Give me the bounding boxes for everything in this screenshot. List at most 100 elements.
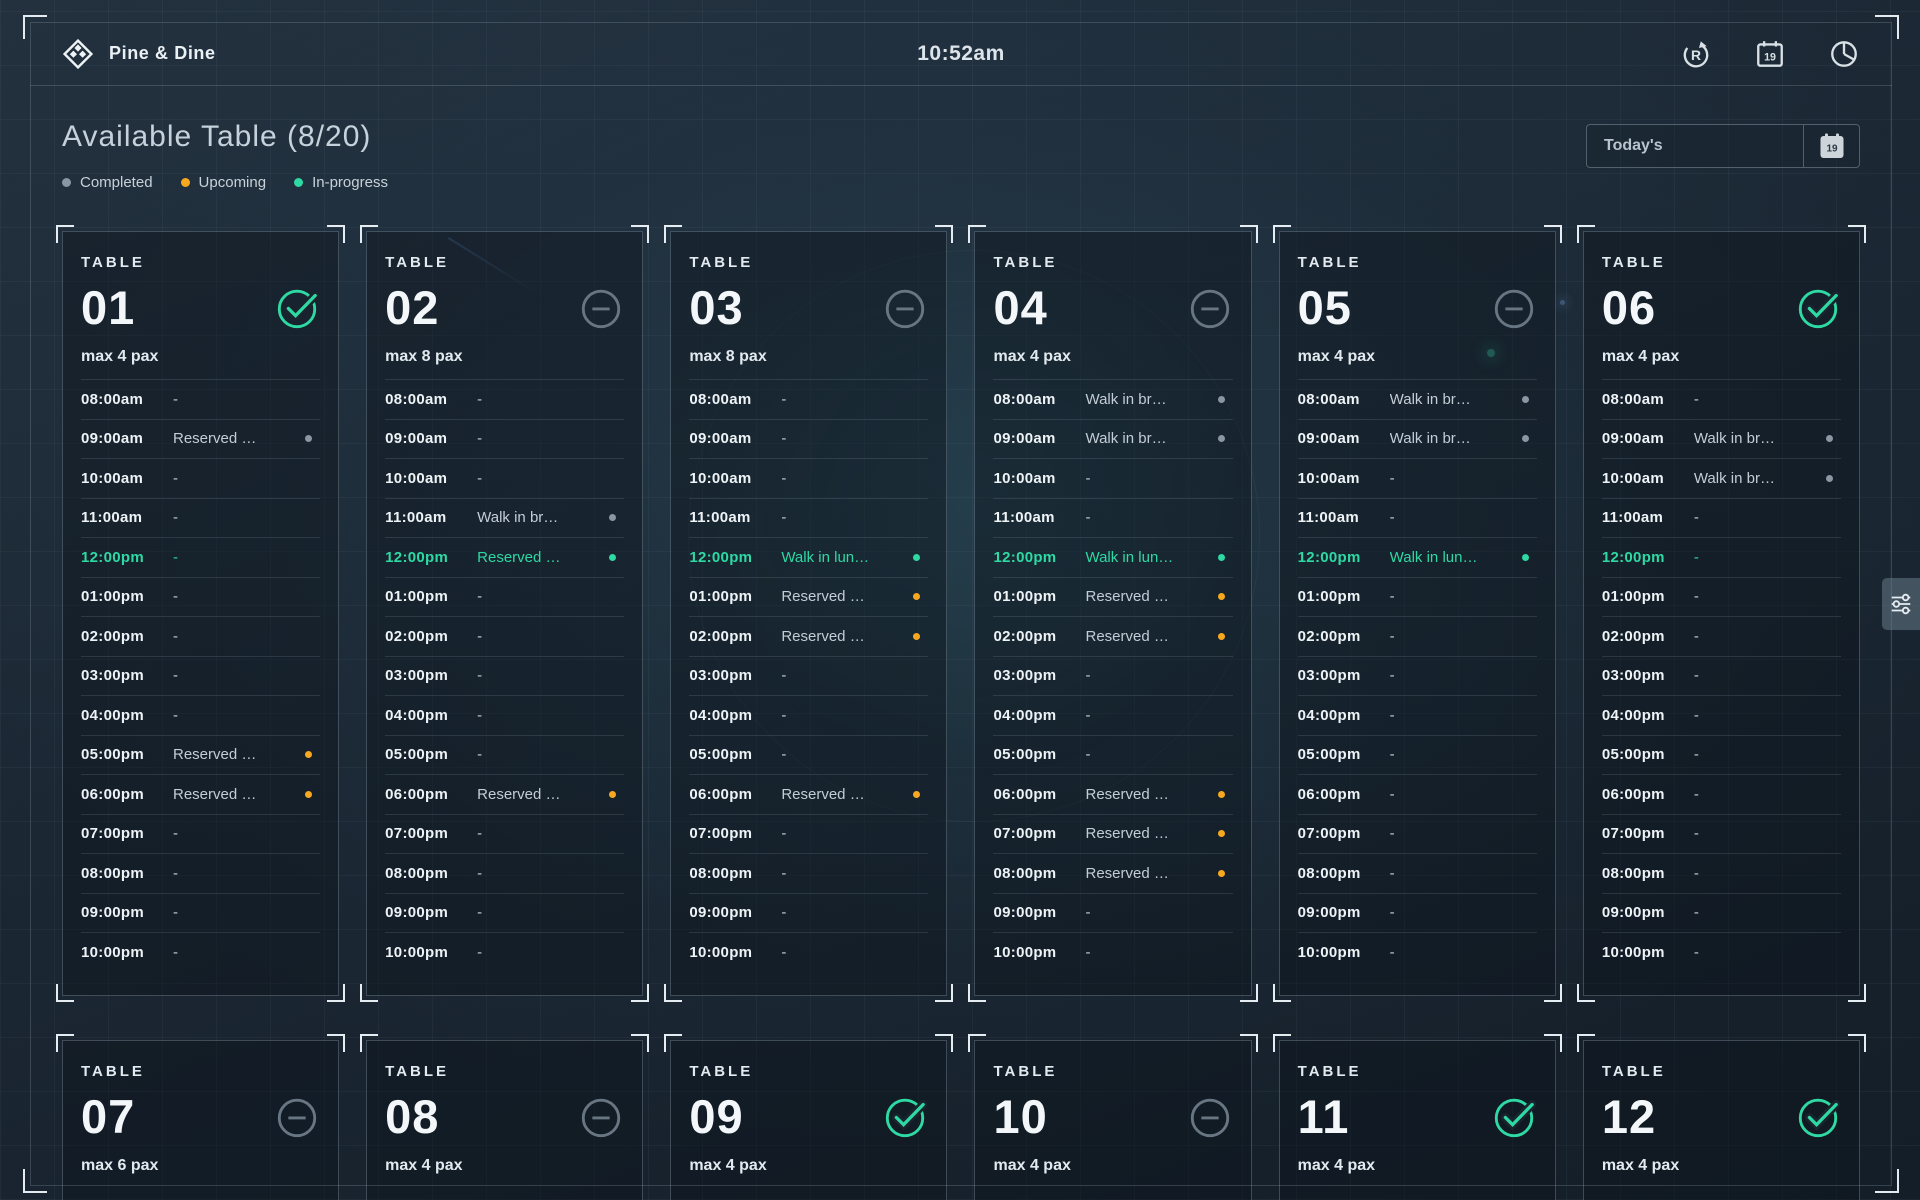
time-slot-row[interactable]: 08:00am - <box>1602 379 1841 419</box>
time-slot-row[interactable]: 05:00pm - <box>689 735 928 775</box>
time-slot-row[interactable]: 08:00pm - <box>689 853 928 893</box>
time-slot-row[interactable]: 07:00pm - <box>385 814 624 854</box>
time-slot-row[interactable]: 10:00am - <box>81 458 320 498</box>
time-slot-row[interactable]: 07:00pm Reserved … <box>993 814 1232 854</box>
time-slot-row[interactable]: 01:00pm - <box>81 577 320 617</box>
time-slot-row[interactable]: 02:00pm Reserved … <box>689 616 928 656</box>
time-slot-row[interactable]: 12:00pm Walk in lun… <box>993 537 1232 577</box>
time-slot-row[interactable]: 08:00am - <box>689 379 928 419</box>
time-slot-row[interactable]: 01:00pm Reserved … <box>689 577 928 617</box>
time-slot-row[interactable]: 06:00pm Reserved … <box>385 774 624 814</box>
time-slot-row[interactable]: 05:00pm Reserved … <box>81 735 320 775</box>
filter-tab[interactable] <box>1882 578 1920 630</box>
table-card[interactable]: TABLE 01 max 4 pax 08:00am - <box>62 231 339 996</box>
time-slot-row[interactable]: 06:00pm Reserved … <box>993 774 1232 814</box>
time-slot-row[interactable]: 11:00am - <box>689 498 928 538</box>
time-slot-row[interactable]: 06:00pm - <box>1298 774 1537 814</box>
time-slot-row[interactable]: 07:00pm - <box>1602 814 1841 854</box>
table-card[interactable]: TABLE 06 max 4 pax 08:00am - <box>1583 231 1860 996</box>
time-slot-row[interactable]: 10:00am - <box>385 458 624 498</box>
time-slot-row[interactable]: 02:00pm - <box>81 616 320 656</box>
time-slot-row[interactable]: 11:00am - <box>81 498 320 538</box>
time-slot-row[interactable]: 03:00pm - <box>385 656 624 696</box>
table-card[interactable]: TABLE 12 max 4 pax <box>1583 1040 1860 1200</box>
table-card[interactable]: TABLE 11 max 4 pax <box>1279 1040 1556 1200</box>
time-slot-row[interactable]: 10:00pm - <box>81 932 320 972</box>
time-slot-row[interactable]: 11:00am Walk in br… <box>385 498 624 538</box>
time-slot-row[interactable]: 08:00pm - <box>1298 853 1537 893</box>
time-slot-row[interactable]: 10:00pm - <box>385 932 624 972</box>
time-slot-row[interactable]: 06:00pm - <box>1602 774 1841 814</box>
time-slot-row[interactable]: 08:00am Walk in br… <box>1298 379 1537 419</box>
time-slot-row[interactable]: 09:00pm - <box>1298 893 1537 933</box>
time-slot-row[interactable]: 01:00pm Reserved … <box>993 577 1232 617</box>
time-slot-row[interactable]: 01:00pm - <box>385 577 624 617</box>
time-slot-row[interactable]: 05:00pm - <box>385 735 624 775</box>
time-slot-row[interactable]: 09:00am - <box>689 419 928 459</box>
time-slot-row[interactable]: 11:00am - <box>1298 498 1537 538</box>
date-picker-button[interactable]: 19 <box>1803 125 1859 167</box>
time-slot-row[interactable]: 05:00pm - <box>1298 735 1537 775</box>
time-slot-row[interactable]: 01:00pm - <box>1298 577 1537 617</box>
time-slot-row[interactable]: 04:00pm - <box>385 695 624 735</box>
table-card[interactable]: TABLE 10 max 4 pax <box>974 1040 1251 1200</box>
time-slot-row[interactable]: 10:00pm - <box>993 932 1232 972</box>
time-slot-row[interactable]: 08:00am - <box>81 379 320 419</box>
time-slot-row[interactable]: 02:00pm - <box>385 616 624 656</box>
time-slot-row[interactable]: 08:00pm Reserved … <box>993 853 1232 893</box>
time-slot-row[interactable]: 04:00pm - <box>1602 695 1841 735</box>
time-slot-row[interactable]: 12:00pm Reserved … <box>385 537 624 577</box>
table-card[interactable]: TABLE 09 max 4 pax <box>670 1040 947 1200</box>
time-slot-row[interactable]: 12:00pm - <box>1602 537 1841 577</box>
table-card[interactable]: TABLE 07 max 6 pax <box>62 1040 339 1200</box>
pie-chart-icon[interactable] <box>1828 38 1860 70</box>
time-slot-row[interactable]: 03:00pm - <box>1298 656 1537 696</box>
time-slot-row[interactable]: 02:00pm - <box>1298 616 1537 656</box>
time-slot-row[interactable]: 04:00pm - <box>689 695 928 735</box>
time-slot-row[interactable]: 09:00am Walk in br… <box>1298 419 1537 459</box>
time-slot-row[interactable]: 05:00pm - <box>993 735 1232 775</box>
time-slot-row[interactable]: 10:00am - <box>1298 458 1537 498</box>
time-slot-row[interactable]: 10:00am - <box>993 458 1232 498</box>
time-slot-row[interactable]: 01:00pm - <box>1602 577 1841 617</box>
time-slot-row[interactable]: 09:00pm - <box>1602 893 1841 933</box>
time-slot-row[interactable]: 04:00pm - <box>81 695 320 735</box>
time-slot-row[interactable]: 03:00pm - <box>689 656 928 696</box>
time-slot-row[interactable]: 10:00pm - <box>1298 932 1537 972</box>
time-slot-row[interactable]: 02:00pm - <box>1602 616 1841 656</box>
time-slot-row[interactable]: 09:00am Reserved … <box>81 419 320 459</box>
table-card[interactable]: TABLE 04 max 4 pax 08:00am Walk in br… <box>974 231 1251 996</box>
time-slot-row[interactable]: 09:00pm - <box>385 893 624 933</box>
time-slot-row[interactable]: 08:00am - <box>385 379 624 419</box>
time-slot-row[interactable]: 03:00pm - <box>1602 656 1841 696</box>
table-card[interactable]: TABLE 05 max 4 pax 08:00am Walk in br… <box>1279 231 1556 996</box>
time-slot-row[interactable]: 08:00pm - <box>1602 853 1841 893</box>
time-slot-row[interactable]: 09:00pm - <box>81 893 320 933</box>
time-slot-row[interactable]: 06:00pm Reserved … <box>81 774 320 814</box>
time-slot-row[interactable]: 09:00am Walk in br… <box>993 419 1232 459</box>
calendar-icon[interactable]: 19 <box>1754 38 1786 70</box>
time-slot-row[interactable]: 04:00pm - <box>993 695 1232 735</box>
time-slot-row[interactable]: 07:00pm - <box>1298 814 1537 854</box>
time-slot-row[interactable]: 02:00pm Reserved … <box>993 616 1232 656</box>
time-slot-row[interactable]: 11:00am - <box>1602 498 1841 538</box>
time-slot-row[interactable]: 08:00am Walk in br… <box>993 379 1232 419</box>
time-slot-row[interactable]: 12:00pm - <box>81 537 320 577</box>
time-slot-row[interactable]: 10:00am - <box>689 458 928 498</box>
time-slot-row[interactable]: 07:00pm - <box>689 814 928 854</box>
date-filter-select[interactable]: Today's 19 <box>1586 124 1860 168</box>
time-slot-row[interactable]: 09:00am - <box>385 419 624 459</box>
time-slot-row[interactable]: 09:00am Walk in br… <box>1602 419 1841 459</box>
refresh-icon[interactable]: R <box>1680 38 1712 70</box>
time-slot-row[interactable]: 09:00pm - <box>993 893 1232 933</box>
table-card[interactable]: TABLE 03 max 8 pax 08:00am - <box>670 231 947 996</box>
time-slot-row[interactable]: 12:00pm Walk in lun… <box>1298 537 1537 577</box>
time-slot-row[interactable]: 04:00pm - <box>1298 695 1537 735</box>
time-slot-row[interactable]: 12:00pm Walk in lun… <box>689 537 928 577</box>
time-slot-row[interactable]: 03:00pm - <box>81 656 320 696</box>
time-slot-row[interactable]: 03:00pm - <box>993 656 1232 696</box>
time-slot-row[interactable]: 09:00pm - <box>689 893 928 933</box>
time-slot-row[interactable]: 05:00pm - <box>1602 735 1841 775</box>
time-slot-row[interactable]: 07:00pm - <box>81 814 320 854</box>
time-slot-row[interactable]: 06:00pm Reserved … <box>689 774 928 814</box>
